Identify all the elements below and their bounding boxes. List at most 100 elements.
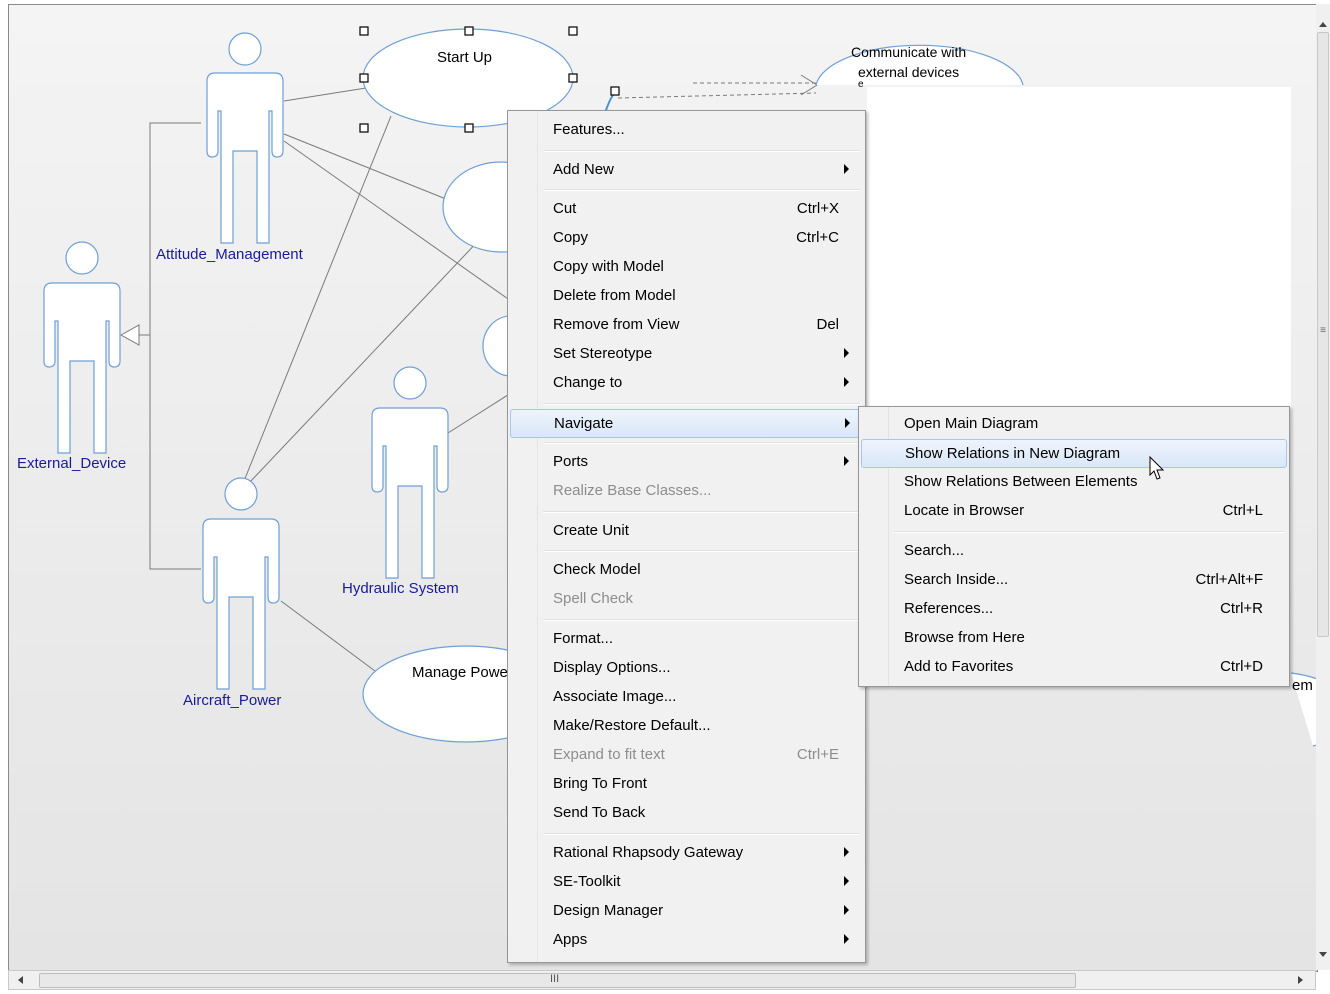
dependency-line (617, 92, 817, 99)
menu-item-item-shortcut: Ctrl+C (796, 229, 839, 246)
menu-item-item-label: Copy with Model (553, 258, 664, 275)
submenu-arrow-icon (844, 164, 849, 174)
submenu-item-search[interactable]: Search... (861, 537, 1285, 564)
aircraft-power-actor[interactable] (202, 477, 280, 690)
dependency-arrowhead (800, 74, 818, 96)
submenu-item-references[interactable]: References... Ctrl+R (861, 595, 1285, 622)
scroll-up-arrow-icon[interactable] (1319, 22, 1327, 27)
menu-item-item-label: Bring To Front (553, 775, 647, 792)
horizontal-scrollbar[interactable]: III (8, 970, 1316, 990)
menu-item-item-label: Rational Rhapsody Gateway (553, 844, 744, 861)
external-device-actor[interactable] (43, 241, 121, 454)
selection-handle[interactable] (359, 73, 369, 83)
aircraft-power-label: Aircraft_Power (183, 692, 282, 709)
menu-item-se-toolkit[interactable]: SE-Toolkit (510, 868, 861, 895)
submenu-item-add-to-favorites[interactable]: Add to Favorites Ctrl+D (861, 653, 1285, 680)
menu-item-change-to[interactable]: Change to (510, 369, 861, 396)
submenu-item-show-relations-between-elements[interactable]: Show Relations Between Elements (861, 468, 1285, 495)
submenu-arrow-icon (844, 876, 849, 886)
menu-item-item-label: Apps (553, 931, 588, 948)
menu-item-send-to-back[interactable]: Send To Back (510, 799, 861, 826)
selection-handle[interactable] (610, 86, 620, 96)
menu-item-item-label: Send To Back (553, 804, 646, 821)
menu-item-make-restore-default[interactable]: Make/Restore Default... (510, 712, 861, 739)
menu-item-remove-from-view[interactable]: Remove from View Del (510, 311, 861, 338)
menu-item-bring-to-front[interactable]: Bring To Front (510, 770, 861, 797)
mouse-cursor-icon (1149, 456, 1165, 480)
menu-item-ports[interactable]: Ports (510, 448, 861, 475)
menu-item-item-label: Spell Check (553, 590, 634, 607)
menu-separator (543, 403, 860, 405)
context-menu: Features... Add New Cut Ctrl+X Copy Ctrl+C Cop… (507, 110, 866, 963)
submenu-item-search-inside[interactable]: Search Inside... Ctrl+Alt+F (861, 566, 1285, 593)
generalization-line (149, 122, 201, 570)
menu-item-associate-image[interactable]: Associate Image... (510, 683, 861, 710)
menu-separator (543, 550, 860, 552)
menu-separator (543, 150, 860, 152)
vertical-scrollbar[interactable]: ≡ (1316, 4, 1330, 970)
manage-power-label: Manage Powe (412, 664, 508, 681)
menu-item-item-label: Delete from Model (553, 287, 676, 304)
submenu-item-item-label: Browse from Here (904, 629, 1025, 646)
menu-item-realize-base-classes: Realize Base Classes... (510, 477, 861, 504)
submenu-item-item-shortcut: Ctrl+Alt+F (1195, 571, 1263, 588)
menu-item-design-manager[interactable]: Design Manager (510, 897, 861, 924)
canvas-blank-region (867, 87, 1291, 407)
menu-separator (543, 511, 860, 513)
menu-item-copy[interactable]: Copy Ctrl+C (510, 224, 861, 251)
vertical-scroll-thumb[interactable]: ≡ (1317, 32, 1329, 637)
selection-handle[interactable] (464, 123, 474, 133)
scroll-left-arrow-icon[interactable] (18, 976, 23, 984)
menu-item-navigate[interactable]: Navigate (510, 409, 863, 438)
selection-handle[interactable] (464, 26, 474, 36)
menu-item-add-new[interactable]: Add New (510, 156, 861, 183)
menu-item-copy-with-model[interactable]: Copy with Model (510, 253, 861, 280)
submenu-arrow-icon (844, 348, 849, 358)
hydraulic-system-actor[interactable] (371, 366, 449, 579)
submenu-arrow-icon (844, 377, 849, 387)
menu-item-item-label: Expand to fit text (553, 746, 665, 763)
menu-item-item-label: Format... (553, 630, 614, 647)
menu-item-item-label: Change to (553, 374, 623, 391)
menu-item-format[interactable]: Format... (510, 625, 861, 652)
navigate-submenu: Open Main Diagram Show Relations in New D… (858, 406, 1290, 687)
menu-item-item-shortcut: Del (816, 316, 839, 333)
scroll-right-arrow-icon[interactable] (1298, 976, 1303, 984)
submenu-item-item-label: Show Relations in New Diagram (905, 445, 1121, 462)
submenu-item-locate-in-browser[interactable]: Locate in Browser Ctrl+L (861, 497, 1285, 524)
menu-item-delete-from-model[interactable]: Delete from Model (510, 282, 861, 309)
menu-item-display-options[interactable]: Display Options... (510, 654, 861, 681)
association-line (283, 133, 447, 200)
menu-item-check-model[interactable]: Check Model (510, 556, 861, 583)
submenu-item-browse-from-here[interactable]: Browse from Here (861, 624, 1285, 651)
association-line (447, 392, 512, 434)
menu-item-item-shortcut: Ctrl+X (796, 200, 839, 217)
menu-item-item-label: Realize Base Classes... (553, 482, 712, 499)
menu-item-set-stereotype[interactable]: Set Stereotype (510, 340, 861, 367)
scroll-down-arrow-icon[interactable] (1319, 952, 1327, 957)
menu-item-features[interactable]: Features... (510, 116, 861, 143)
selection-handle[interactable] (568, 26, 578, 36)
selection-handle[interactable] (568, 73, 578, 83)
menu-item-apps[interactable]: Apps (510, 926, 861, 953)
communicate-label-line1: Communicate with (851, 44, 967, 60)
attitude-management-actor[interactable] (206, 32, 284, 244)
menu-item-cut[interactable]: Cut Ctrl+X (510, 195, 861, 222)
submenu-item-item-shortcut: Ctrl+R (1220, 600, 1263, 617)
selection-handle[interactable] (359, 26, 369, 36)
partial-usecase-label: em (1292, 677, 1313, 694)
attitude-management-label: Attitude_Management (156, 246, 303, 263)
horizontal-scroll-thumb[interactable]: III (39, 973, 1076, 988)
menu-item-item-label: Copy (553, 229, 589, 246)
menu-item-item-label: SE-Toolkit (553, 873, 621, 890)
association-line (280, 600, 380, 675)
menu-separator (543, 619, 860, 621)
selection-handle[interactable] (359, 123, 369, 133)
menu-item-rational-rhapsody-gateway[interactable]: Rational Rhapsody Gateway (510, 839, 861, 866)
submenu-item-item-shortcut: Ctrl+D (1220, 658, 1263, 675)
submenu-item-show-relations-in-new-diagram[interactable]: Show Relations in New Diagram (861, 439, 1287, 468)
menu-item-item-shortcut: Ctrl+E (796, 746, 839, 763)
menu-item-item-label: Check Model (553, 561, 641, 578)
menu-item-create-unit[interactable]: Create Unit (510, 517, 861, 544)
submenu-item-open-main-diagram[interactable]: Open Main Diagram (861, 410, 1285, 437)
